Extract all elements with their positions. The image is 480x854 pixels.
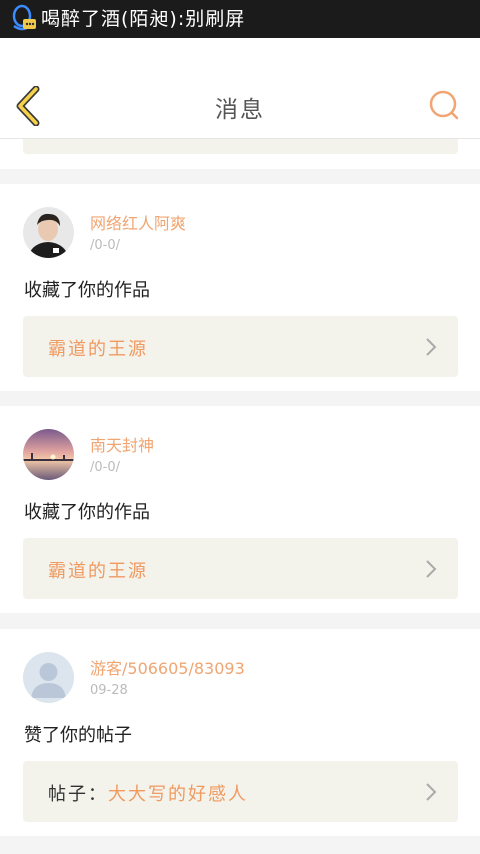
chevron-right-icon xyxy=(424,558,438,580)
chevron-right-icon xyxy=(424,781,438,803)
referenced-work-title: 霸道的王源 xyxy=(48,561,148,582)
notification-title: 喝醉了酒(陌昶):别刷屏 xyxy=(41,8,246,30)
message-card: 网络红人阿爽 /0-0/ 收藏了你的作品 霸道的王源 xyxy=(0,184,480,391)
page-title: 消息 xyxy=(215,97,265,123)
search-icon[interactable] xyxy=(428,90,460,122)
message-text: 收藏了你的作品 xyxy=(24,502,150,523)
referenced-post-title: 帖子：大大写的好感人 xyxy=(48,784,248,805)
previous-ref-box xyxy=(23,139,458,154)
message-text: 赞了你的帖子 xyxy=(24,725,132,746)
avatar[interactable] xyxy=(23,207,74,258)
referenced-work[interactable]: 霸道的王源 xyxy=(23,316,458,377)
status-bar: 喝醉了酒(陌昶):别刷屏 xyxy=(0,0,480,38)
chevron-right-icon xyxy=(424,336,438,358)
previous-card-peek xyxy=(0,139,480,169)
user-name[interactable]: 网络红人阿爽 xyxy=(90,210,186,234)
referenced-post[interactable]: 帖子：大大写的好感人 xyxy=(23,761,458,822)
user-name[interactable]: 游客/506605/83093 xyxy=(90,655,245,679)
user-name[interactable]: 南天封神 xyxy=(90,432,154,456)
message-time: /0-0/ xyxy=(90,238,120,253)
list-bottom-gap xyxy=(0,836,480,854)
message-time: 09-28 xyxy=(90,683,128,698)
message-time: /0-0/ xyxy=(90,460,120,475)
nav-bar: 消息 xyxy=(0,38,480,139)
referenced-work[interactable]: 霸道的王源 xyxy=(23,538,458,599)
avatar[interactable] xyxy=(23,429,74,480)
message-card: 游客/506605/83093 09-28 赞了你的帖子 帖子：大大写的好感人 xyxy=(0,629,480,836)
qq-penguin-icon xyxy=(10,4,38,34)
message-text: 收藏了你的作品 xyxy=(24,280,150,301)
referenced-work-title: 霸道的王源 xyxy=(48,339,148,360)
default-avatar-icon[interactable] xyxy=(23,652,74,703)
message-card: 南天封神 /0-0/ 收藏了你的作品 霸道的王源 xyxy=(0,406,480,613)
